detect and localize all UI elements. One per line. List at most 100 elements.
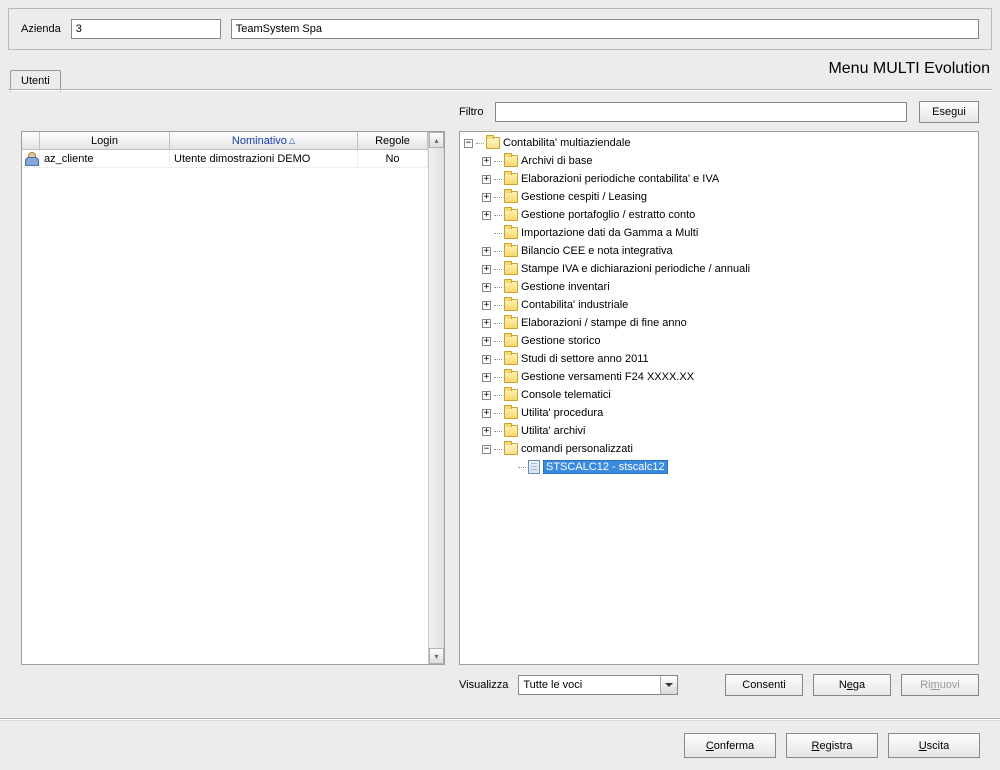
tree-expander-icon[interactable]: − — [482, 445, 491, 454]
tree-expander-icon[interactable]: + — [482, 409, 491, 418]
tree-expander-icon[interactable]: + — [482, 175, 491, 184]
tree-leaf-selected[interactable]: STSCALC12 - stscalc12 — [460, 458, 978, 476]
folder-icon — [504, 245, 518, 257]
tree-node[interactable]: + Gestione storico — [460, 332, 978, 350]
tree-expander-none — [482, 229, 491, 238]
tree-node[interactable]: + Utilita' procedura — [460, 404, 978, 422]
tree-expander-icon[interactable]: + — [482, 337, 491, 346]
folder-icon — [504, 371, 518, 383]
tree-node-label: Gestione versamenti F24 XXXX.XX — [521, 371, 694, 383]
tree-node-custom[interactable]: − comandi personalizzati — [460, 440, 978, 458]
tree-node-label: Gestione storico — [521, 335, 600, 347]
tree-root[interactable]: −Contabilita' multiaziendale — [460, 134, 978, 152]
tree-node-label: Gestione inventari — [521, 281, 610, 293]
users-header: Login Nominativo△ Regole — [22, 132, 428, 150]
table-row[interactable]: az_cliente Utente dimostrazioni DEMO No — [22, 150, 428, 168]
tree-node[interactable]: + Studi di settore anno 2011 — [460, 350, 978, 368]
chevron-down-icon — [665, 683, 673, 687]
tree-node[interactable]: + Utilita' archivi — [460, 422, 978, 440]
tree-expander-icon[interactable]: + — [482, 211, 491, 220]
cell-login: az_cliente — [40, 150, 170, 167]
tree-node[interactable]: + Contabilita' industriale — [460, 296, 978, 314]
folder-icon — [504, 389, 518, 401]
users-scrollbar[interactable]: ▴ ▾ — [428, 132, 444, 664]
nega-button[interactable]: Nega — [813, 674, 891, 696]
tree-node-label: Utilita' archivi — [521, 425, 585, 437]
conferma-button[interactable]: Conferma — [684, 733, 776, 758]
consenti-button[interactable]: Consenti — [725, 674, 803, 696]
page-title: Menu MULTI Evolution — [828, 60, 990, 78]
folder-icon — [504, 425, 518, 437]
tree-node[interactable]: +Bilancio CEE e nota integrativa — [460, 242, 978, 260]
folder-icon — [486, 137, 500, 149]
col-nominativo[interactable]: Nominativo△ — [170, 132, 358, 149]
tree-node-label: Contabilita' industriale — [521, 299, 628, 311]
folder-icon — [504, 227, 518, 239]
folder-icon — [504, 191, 518, 203]
tree-node-label: Elaborazioni periodiche contabilita' e I… — [521, 173, 719, 185]
tree-node[interactable]: +Elaborazioni / stampe di fine anno — [460, 314, 978, 332]
folder-icon — [504, 281, 518, 293]
tree-node-label: STSCALC12 - stscalc12 — [543, 460, 668, 474]
folder-icon — [504, 353, 518, 365]
visualizza-select[interactable]: Tutte le voci — [518, 675, 678, 695]
tree-node[interactable]: Importazione dati da Gamma a Multi — [460, 224, 978, 242]
scroll-down-icon[interactable]: ▾ — [429, 648, 444, 664]
tree-expander-icon[interactable]: + — [482, 301, 491, 310]
tree-expander-icon[interactable]: + — [482, 319, 491, 328]
tree-expander-none — [506, 463, 515, 472]
rimuovi-button[interactable]: Rimuovi — [901, 674, 979, 696]
separator-top — [8, 89, 992, 91]
filter-bar: Filtro Esegui — [459, 101, 979, 123]
tree-node[interactable]: + Gestione inventari — [460, 278, 978, 296]
tree-expander-icon[interactable]: + — [482, 247, 491, 256]
tree-node-label: Console telematici — [521, 389, 611, 401]
esegui-button[interactable]: Esegui — [919, 101, 979, 123]
tree-node-label: Gestione cespiti / Leasing — [521, 191, 647, 203]
folder-icon — [504, 443, 518, 455]
folder-icon — [504, 335, 518, 347]
header-frame: Azienda — [8, 8, 992, 50]
col-login[interactable]: Login — [40, 132, 170, 149]
tree-node-label: comandi personalizzati — [521, 443, 633, 455]
col-icon[interactable] — [22, 132, 40, 149]
tree-node[interactable]: + Stampe IVA e dichiarazioni periodiche /… — [460, 260, 978, 278]
tree-expander-icon[interactable]: + — [482, 193, 491, 202]
registra-button[interactable]: Registra — [786, 733, 878, 758]
tree-expander-icon[interactable]: + — [482, 391, 491, 400]
tree-expander-icon[interactable]: − — [464, 139, 473, 148]
filtro-input[interactable] — [495, 102, 907, 122]
tree-node[interactable]: + Elaborazioni periodiche contabilita' e … — [460, 170, 978, 188]
tree-expander-icon[interactable]: + — [482, 427, 491, 436]
scroll-up-icon[interactable]: ▴ — [429, 132, 444, 148]
folder-icon — [504, 173, 518, 185]
tree-expander-icon[interactable]: + — [482, 265, 491, 274]
menu-tree[interactable]: −Contabilita' multiaziendale + Archivi di … — [459, 131, 979, 665]
folder-icon — [504, 299, 518, 311]
tree-expander-icon[interactable]: + — [482, 373, 491, 382]
tree-node-label: Utilita' procedura — [521, 407, 603, 419]
tree-expander-icon[interactable]: + — [482, 157, 491, 166]
azienda-name-input[interactable] — [231, 19, 979, 39]
cell-nominativo: Utente dimostrazioni DEMO — [170, 150, 358, 167]
folder-icon — [504, 317, 518, 329]
col-regole[interactable]: Regole — [358, 132, 428, 149]
tree-node[interactable]: + Gestione cespiti / Leasing — [460, 188, 978, 206]
tree-node[interactable]: +Gestione portafoglio / estratto conto — [460, 206, 978, 224]
filtro-label: Filtro — [459, 106, 483, 118]
azienda-code-input[interactable] — [71, 19, 221, 39]
tree-node-label: Archivi di base — [521, 155, 593, 167]
tree-node[interactable]: + Archivi di base — [460, 152, 978, 170]
tree-node[interactable]: + Console telematici — [460, 386, 978, 404]
tree-expander-icon[interactable]: + — [482, 283, 491, 292]
tree-node-label: Stampe IVA e dichiarazioni periodiche / … — [521, 263, 750, 275]
uscita-button[interactable]: Uscita — [888, 733, 980, 758]
folder-icon — [504, 209, 518, 221]
tree-node-label: Importazione dati da Gamma a Multi — [521, 227, 698, 239]
tree-expander-icon[interactable]: + — [482, 355, 491, 364]
folder-icon — [504, 155, 518, 167]
folder-icon — [504, 263, 518, 275]
tree-node[interactable]: + Gestione versamenti F24 XXXX.XX — [460, 368, 978, 386]
tree-node-label: Studi di settore anno 2011 — [521, 353, 649, 365]
visualizza-label: Visualizza — [459, 679, 508, 691]
